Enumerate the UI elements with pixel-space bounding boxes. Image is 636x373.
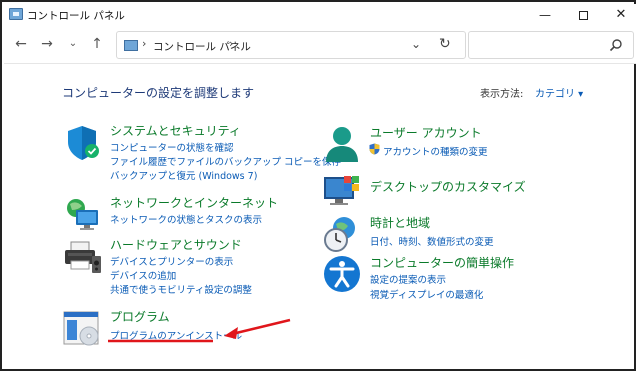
minimize-button[interactable]: — (524, 4, 566, 26)
view-by-label: 表示方法: (480, 89, 524, 100)
network-globe-icon (67, 199, 98, 230)
control-panel-window: コントロール パネル — ✕ ← → ⌄ ↑ › コントロール パネル › ⌄ … (0, 0, 636, 371)
clock-globe-icon (324, 217, 355, 252)
address-bar[interactable]: › コントロール パネル › ⌄ ↻ (116, 31, 466, 59)
category-title[interactable]: デスクトップのカスタマイズ (370, 178, 526, 195)
category-title[interactable]: プログラム (110, 308, 170, 325)
link-backup-restore[interactable]: バックアップと復元 (Windows 7) (110, 168, 257, 182)
programs-icon (63, 311, 99, 346)
category-title[interactable]: 時計と地域 (370, 214, 430, 231)
link-mobility-settings[interactable]: 共通で使うモビリティ設定の調整 (110, 282, 252, 296)
breadcrumb-control-panel[interactable]: コントロール パネル (153, 39, 251, 54)
printer-icon (65, 241, 101, 273)
page-title: コンピューターの設定を調整します (62, 86, 255, 100)
address-dropdown-button[interactable]: ⌄ (411, 37, 421, 51)
link-file-history-backup[interactable]: ファイル履歴でファイルのバックアップ コピーを保存 (110, 154, 341, 168)
link-network-status-tasks[interactable]: ネットワークの状態とタスクの表示 (110, 212, 262, 226)
link-date-time-format[interactable]: 日付、時刻、数値形式の変更 (370, 234, 494, 248)
search-input[interactable] (468, 31, 634, 59)
category-title[interactable]: システムとセキュリティ (110, 122, 241, 139)
navigation-bar: ← → ⌄ ↑ › コントロール パネル › ⌄ ↻ (4, 26, 636, 64)
breadcrumb-separator[interactable]: › (229, 37, 233, 50)
accessibility-icon (324, 256, 360, 292)
title-bar: コントロール パネル — ✕ (4, 4, 636, 26)
uac-shield-icon (369, 143, 380, 155)
breadcrumb-separator[interactable]: › (142, 37, 146, 50)
forward-button[interactable]: → (38, 35, 56, 53)
close-button[interactable]: ✕ (600, 4, 636, 26)
category-title[interactable]: コンピューターの簡単操作 (370, 254, 514, 271)
maximize-button[interactable] (562, 4, 604, 26)
link-check-computer-status[interactable]: コンピューターの状態を確認 (110, 140, 234, 154)
shield-icon (68, 126, 99, 160)
link-change-account-type[interactable]: アカウントの種類の変更 (383, 144, 488, 158)
user-icon (326, 127, 358, 162)
maximize-icon (578, 11, 588, 20)
desktop-icon (324, 176, 359, 205)
control-panel-icon (9, 8, 23, 20)
link-uninstall-program[interactable]: プログラムのアンインストール (110, 328, 242, 342)
window-title: コントロール パネル (27, 10, 125, 22)
category-title[interactable]: ネットワークとインターネット (110, 194, 278, 211)
link-add-device[interactable]: デバイスの追加 (110, 268, 176, 282)
back-button[interactable]: ← (12, 35, 30, 53)
recent-locations-button[interactable]: ⌄ (64, 35, 82, 53)
link-settings-suggestions[interactable]: 設定の提案の表示 (370, 272, 446, 286)
view-by-dropdown[interactable]: カテゴリ ▾ (535, 85, 583, 100)
refresh-button[interactable]: ↻ (439, 36, 451, 52)
category-title[interactable]: ハードウェアとサウンド (110, 236, 242, 253)
link-devices-printers[interactable]: デバイスとプリンターの表示 (110, 254, 233, 268)
search-icon (609, 39, 622, 52)
category-title[interactable]: ユーザー アカウント (370, 124, 482, 141)
link-optimize-visual-display[interactable]: 視覚ディスプレイの最適化 (370, 287, 483, 301)
control-panel-icon (124, 40, 138, 51)
up-button[interactable]: ↑ (88, 35, 106, 53)
